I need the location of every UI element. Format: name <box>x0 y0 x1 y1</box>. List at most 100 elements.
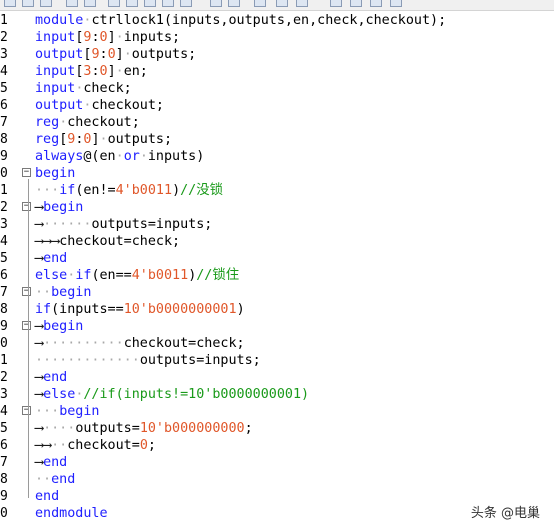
code-line[interactable]: 5 ⟶····outputs=10'b000000000; <box>0 420 554 437</box>
line-number: 4 <box>0 64 8 79</box>
code-line[interactable]: 1 ···if(en!=4'b0011)//没锁 <box>0 182 554 199</box>
code-token: 0 <box>107 47 116 62</box>
toolbar-button-icon[interactable] <box>276 0 288 7</box>
line-number: 5 <box>0 81 8 96</box>
toolbar-button-icon[interactable] <box>4 0 16 7</box>
toolbar-button-icon[interactable] <box>254 0 266 7</box>
code-line[interactable]: 1 module·ctrllock1(inputs,outputs,en,chec… <box>0 12 554 29</box>
code-line[interactable]: 1 ·············outputs=inputs; <box>0 352 554 369</box>
toolbar-button-icon[interactable] <box>162 0 174 7</box>
code-token: module <box>35 13 84 28</box>
code-token: inputs) <box>147 149 205 164</box>
code-token: @(en <box>83 149 116 164</box>
toolbar-button-icon[interactable] <box>108 0 120 7</box>
code-line[interactable]: 9 − ⟶begin <box>0 318 554 335</box>
code-text: end <box>35 488 59 505</box>
code-token: 4'b0011 <box>115 183 173 198</box>
code-line[interactable]: 3 ⟶else·//if(inputs!=10'b0000000001) <box>0 386 554 403</box>
line-number: 6 <box>0 98 8 113</box>
toolbar-button-icon[interactable] <box>22 0 34 7</box>
fold-toggle-icon[interactable]: − <box>22 406 31 415</box>
code-token: reg <box>35 115 60 130</box>
line-number: 2 <box>0 370 8 385</box>
code-line[interactable]: 2 input[9:0]·inputs; <box>0 29 554 46</box>
toolbar-button-icon[interactable] <box>350 0 362 7</box>
code-line[interactable]: 0 ⟶··········checkout=check; <box>0 335 554 352</box>
fold-toggle-icon[interactable]: − <box>22 168 31 177</box>
code-line[interactable]: 6 ⟶⟶··checkout=0; <box>0 437 554 454</box>
code-token: ⟶ <box>35 251 44 266</box>
fold-toggle-icon[interactable]: − <box>22 202 31 211</box>
line-number: 9 <box>0 149 8 164</box>
line-number: 4 <box>0 404 8 419</box>
code-token: begin <box>35 166 76 181</box>
code-line[interactable]: 0 − begin <box>0 165 554 182</box>
code-line[interactable]: 8 if(inputs==10'b0000000001) <box>0 301 554 318</box>
code-token: outputs=inputs; <box>91 217 213 232</box>
line-number: 1 <box>0 353 8 368</box>
code-line[interactable]: 4 ⟶⟶⟶checkout=check; <box>0 233 554 250</box>
toolbar-button-icon[interactable] <box>126 0 138 7</box>
code-token: ··· <box>35 183 60 198</box>
code-token: ; <box>244 421 253 436</box>
line-number: 1 <box>0 183 8 198</box>
code-line[interactable]: 8 reg[9:0]·outputs; <box>0 131 554 148</box>
code-token: ] <box>107 30 116 45</box>
code-token: 9 <box>91 47 100 62</box>
code-token: (en== <box>91 268 132 283</box>
fold-toggle-icon[interactable]: − <box>22 321 31 330</box>
code-token: checkout; <box>91 98 164 113</box>
code-token: inputs; <box>123 30 181 45</box>
code-line[interactable]: 7 − ··begin <box>0 284 554 301</box>
code-line[interactable]: 6 else·if(en==4'b0011)//锁住 <box>0 267 554 284</box>
code-token: if <box>59 183 76 198</box>
toolbar-button-icon[interactable] <box>210 0 222 7</box>
watermark: 头条 @电巢 <box>470 506 540 521</box>
line-number: 3 <box>0 387 8 402</box>
code-text: ⟶begin <box>35 199 83 216</box>
outdent-icon[interactable] <box>84 0 96 7</box>
toolbar-button-icon[interactable] <box>228 0 240 7</box>
code-line[interactable]: 6 output·checkout; <box>0 97 554 114</box>
code-token: · <box>115 30 124 45</box>
toolbar-button-icon[interactable] <box>144 0 156 7</box>
toolbar-button-icon[interactable] <box>390 0 402 7</box>
code-token: outputs; <box>107 132 173 147</box>
line-number: 0 <box>0 336 8 351</box>
code-line[interactable]: 5 ⟶end <box>0 250 554 267</box>
code-text: always@(en·or·inputs) <box>35 148 204 165</box>
indent-icon[interactable] <box>66 0 78 7</box>
toolbar-button-icon[interactable] <box>40 0 52 7</box>
code-line[interactable]: 3 ⟶······outputs=inputs; <box>0 216 554 233</box>
code-line[interactable]: 7 ⟶end <box>0 454 554 471</box>
code-token: ·········· <box>43 336 124 351</box>
code-token: checkout=check; <box>123 336 245 351</box>
code-token: end <box>43 455 68 470</box>
code-token: output <box>35 98 84 113</box>
code-line[interactable]: 9 always@(en·or·inputs) <box>0 148 554 165</box>
code-line[interactable]: 7 reg·checkout; <box>0 114 554 131</box>
code-line[interactable]: 2 − ⟶begin <box>0 199 554 216</box>
code-line[interactable]: 4 input[3:0]·en; <box>0 63 554 80</box>
code-text: ⟶end <box>35 369 67 386</box>
code-token: · <box>115 64 124 79</box>
code-text: input·check; <box>35 80 132 97</box>
code-line[interactable]: 8 ··end <box>0 471 554 488</box>
code-token: begin <box>51 285 92 300</box>
fold-toggle-icon[interactable]: − <box>22 287 31 296</box>
toolbar-button-icon[interactable] <box>180 0 192 7</box>
line-number: 0 <box>0 506 8 521</box>
code-token: ·· <box>35 472 52 487</box>
code-text: ⟶····outputs=10'b000000000; <box>35 420 253 437</box>
code-line[interactable]: 4 − ···begin <box>0 403 554 420</box>
code-line[interactable]: 2 ⟶end <box>0 369 554 386</box>
toolbar-button-icon[interactable] <box>296 0 308 7</box>
code-line[interactable]: 3 output[9:0]·outputs; <box>0 46 554 63</box>
toolbar-button-icon[interactable] <box>370 0 382 7</box>
line-number: 7 <box>0 455 8 470</box>
code-token: //没锁 <box>180 183 224 198</box>
toolbar-button-icon[interactable] <box>330 0 342 7</box>
code-token: ⟶ <box>35 421 44 436</box>
code-token: ⟶ <box>35 217 44 232</box>
code-line[interactable]: 5 input·check; <box>0 80 554 97</box>
